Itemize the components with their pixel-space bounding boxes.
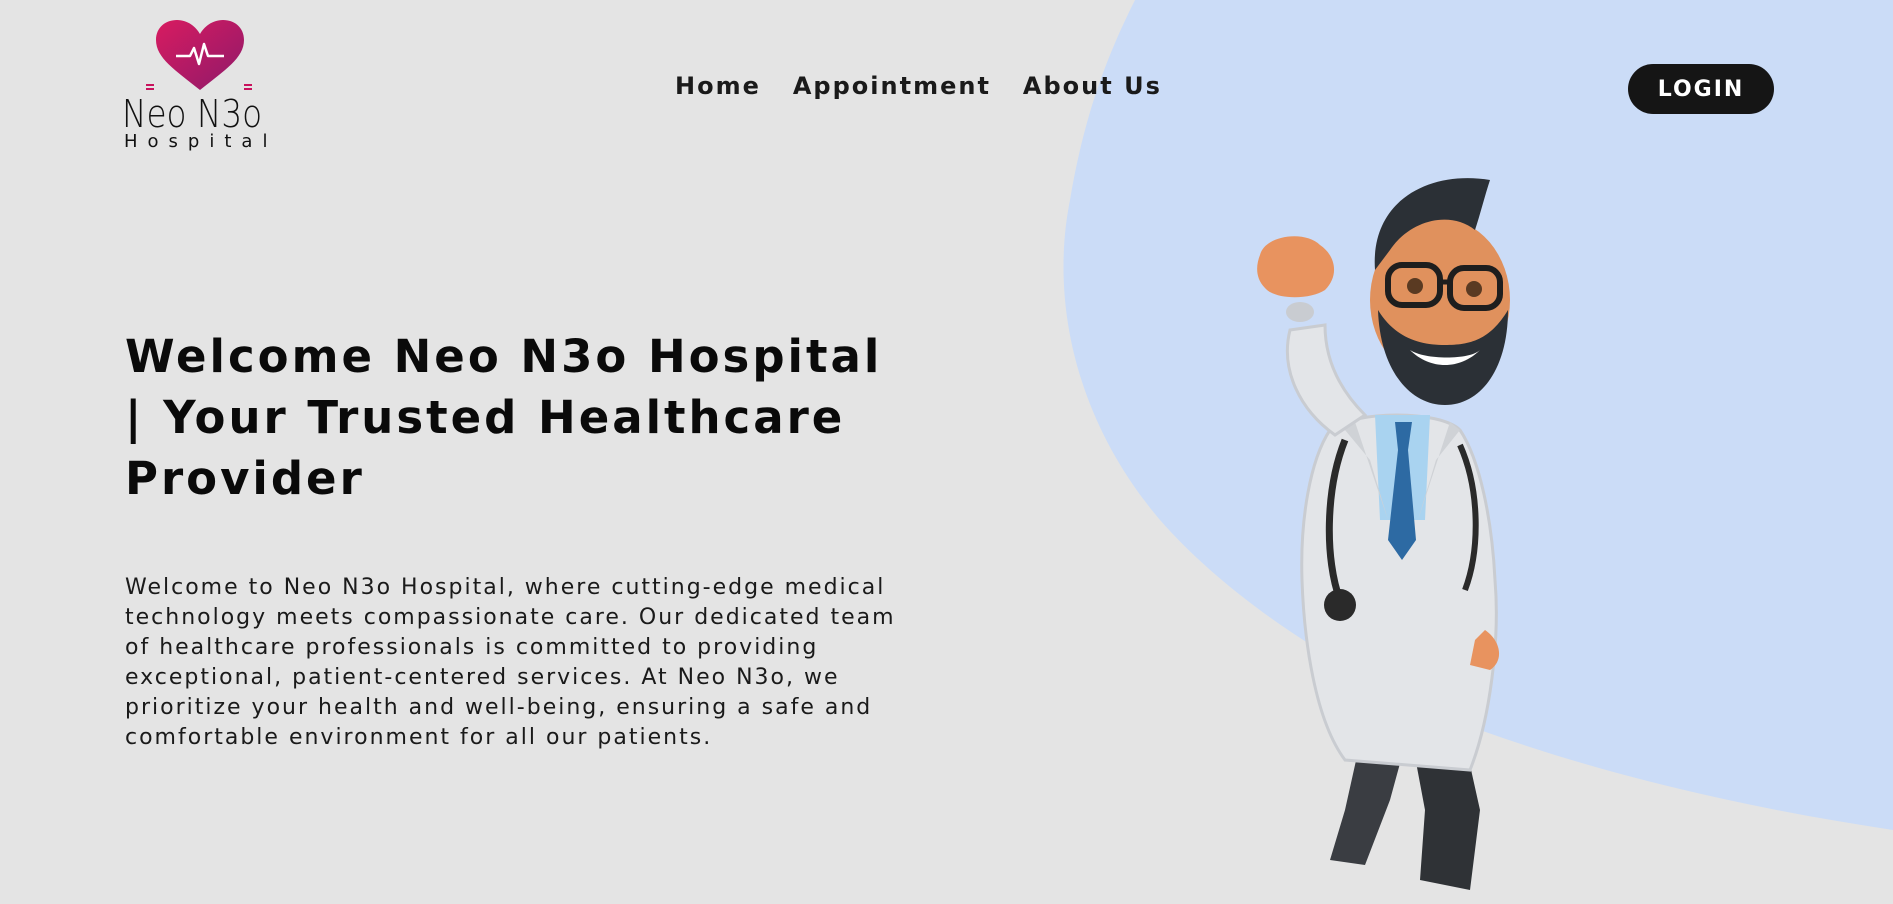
login-button[interactable]: LOGIN [1628,64,1774,114]
nav-item-home[interactable]: Home [675,72,761,100]
main-nav: Home Appointment About Us [675,72,1162,100]
hero-title: Welcome Neo N3o Hospital | Your Trusted … [125,330,883,505]
logo-name: Neo N3o [122,92,263,136]
nav-item-about-us[interactable]: About Us [1023,72,1162,100]
hospital-logo[interactable]: Neo N3o Hospital [120,18,280,158]
heart-pulse-icon [146,20,252,90]
doctor-illustration [1257,178,1510,890]
logo-subtitle: Hospital [124,131,278,152]
hero-description: Welcome to Neo N3o Hospital, where cutti… [125,575,896,750]
nav-item-appointment[interactable]: Appointment [793,72,991,100]
